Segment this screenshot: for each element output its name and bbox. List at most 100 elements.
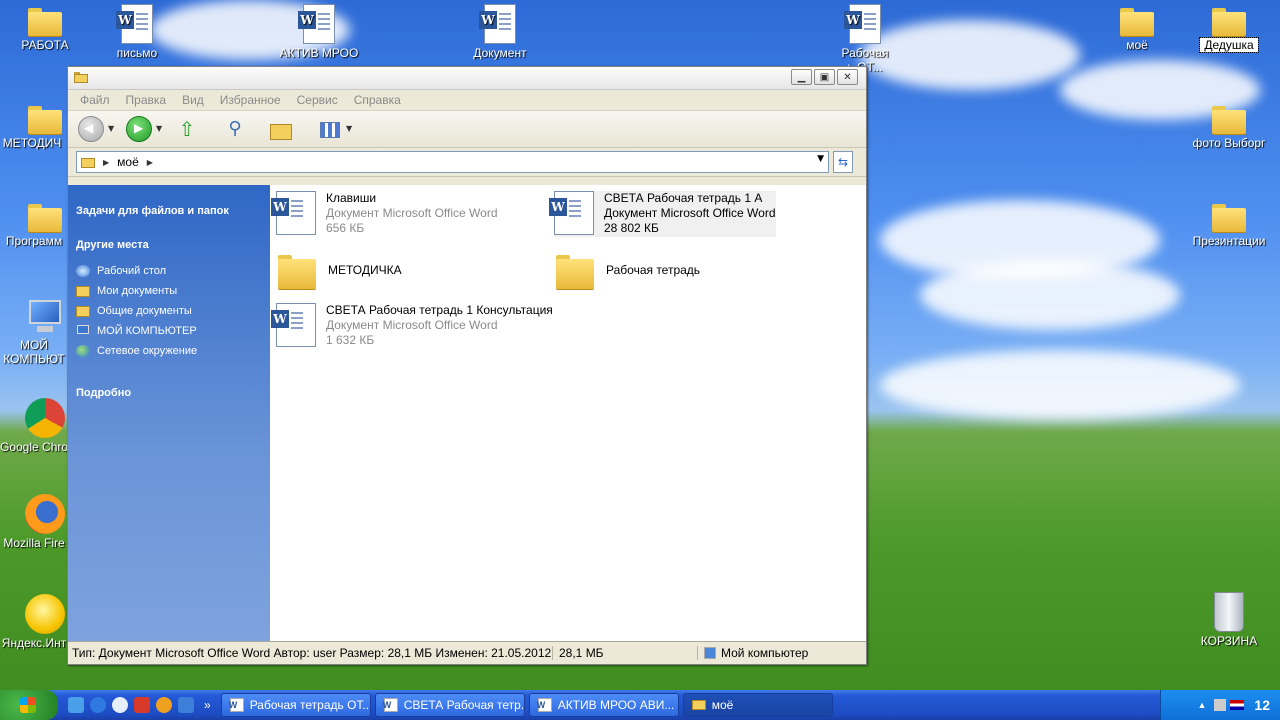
- minimize-button[interactable]: ▁: [791, 69, 812, 85]
- desktop-icon-label: МЕТОДИЧ: [2, 136, 62, 150]
- status-location: Мой компьютер: [697, 646, 808, 660]
- chevron-right-icon[interactable]: ▶: [103, 158, 109, 167]
- file-list[interactable]: Клавиши Документ Microsoft Office Word 6…: [270, 185, 866, 642]
- network-icon: [76, 345, 90, 357]
- desktop-icon-rabota[interactable]: РАБОТА: [0, 8, 90, 52]
- desktop-icon-aktiv[interactable]: АКТИВ МРОО: [274, 4, 364, 60]
- app-icon[interactable]: [156, 697, 172, 713]
- quick-launch-icon[interactable]: [68, 697, 84, 713]
- desktop-icon-label: Программ: [5, 234, 63, 248]
- menu-favorites[interactable]: Избранное: [220, 93, 281, 107]
- place-label: Рабочий стол: [97, 265, 167, 277]
- desktop-icon-moe[interactable]: моё: [1092, 8, 1182, 52]
- desktop-icon-label: Дедушка: [1199, 37, 1259, 53]
- media-player-icon[interactable]: [112, 697, 128, 713]
- tray-icon[interactable]: [1214, 699, 1227, 711]
- ie-icon[interactable]: [90, 697, 106, 713]
- window-titlebar[interactable]: ▁ ▣ ✕: [68, 67, 866, 90]
- other-places-heading[interactable]: Другие места: [76, 239, 270, 251]
- file-name: СВЕТА Рабочая тетрадь 1 А: [604, 191, 763, 205]
- details-heading[interactable]: Подробно: [76, 387, 270, 399]
- file-item-sveta-konsultaciya[interactable]: СВЕТА Рабочая тетрадь 1 Консультация Док…: [271, 303, 553, 349]
- forward-dropdown-icon[interactable]: ▼: [156, 116, 166, 142]
- app-icon[interactable]: [178, 697, 194, 713]
- status-bar: Тип: Документ Microsoft Office Word Авто…: [68, 641, 866, 664]
- address-dropdown-icon[interactable]: ▼: [817, 154, 824, 164]
- file-type: Документ Microsoft Office Word: [326, 206, 498, 220]
- taskbar-button-aktiv[interactable]: АКТИВ МРОО АВИ...: [528, 693, 679, 717]
- desktop-icon-label: АКТИВ МРОО: [279, 46, 359, 60]
- taskbar: » Рабочая тетрадь ОТ... СВЕТА Рабочая те…: [0, 690, 1280, 720]
- taskbar-button-rabochaya[interactable]: Рабочая тетрадь ОТ...: [220, 693, 371, 717]
- place-my-computer[interactable]: МОЙ КОМПЬЮТЕР: [76, 325, 270, 337]
- folder-item-rabochaya-tetrad[interactable]: Рабочая тетрадь: [556, 253, 700, 293]
- place-label: Мои документы: [97, 285, 178, 297]
- place-shared-documents[interactable]: Общие документы: [76, 305, 270, 317]
- folder-icon: [556, 255, 594, 289]
- menu-edit[interactable]: Правка: [126, 93, 167, 107]
- menu-help[interactable]: Справка: [354, 93, 401, 107]
- recycle-bin-icon: [1214, 592, 1244, 632]
- computer-icon: [76, 325, 90, 337]
- file-item-klavishi[interactable]: Клавиши Документ Microsoft Office Word 6…: [271, 191, 498, 237]
- menu-file[interactable]: Файл: [80, 93, 110, 107]
- desktop-icon-label: КОРЗИНА: [1200, 634, 1258, 648]
- desktop-icon-foto-vyborg[interactable]: фото Выборг: [1184, 106, 1274, 150]
- place-my-documents[interactable]: Мои документы: [76, 285, 270, 297]
- status-location-label: Мой компьютер: [721, 646, 809, 660]
- explorer-window[interactable]: ▁ ▣ ✕ Файл Правка Вид Избранное Сервис С…: [67, 66, 867, 665]
- quick-launch-more[interactable]: »: [204, 698, 211, 712]
- desktop-icon-pismo[interactable]: письмо: [92, 4, 182, 60]
- back-button[interactable]: [78, 116, 104, 142]
- address-field[interactable]: ▶ моё ▶ ▼: [76, 151, 829, 173]
- desktop-icon-document[interactable]: Документ: [455, 4, 545, 60]
- word-document-icon: [549, 191, 594, 235]
- file-type: Документ Microsoft Office Word: [326, 318, 498, 332]
- computer-icon: [25, 300, 65, 336]
- taskbar-button-label: СВЕТА Рабочая тетр...: [403, 698, 525, 712]
- file-tasks-heading[interactable]: Задачи для файлов и папок: [76, 205, 270, 217]
- place-network[interactable]: Сетевое окружение: [76, 345, 270, 357]
- file-size: 28 802 КБ: [604, 221, 659, 235]
- desktop-icon-prezintacii[interactable]: Презинтации: [1184, 204, 1274, 248]
- app-icon[interactable]: [134, 697, 150, 713]
- taskbar-button-label: Рабочая тетрадь ОТ...: [249, 698, 371, 712]
- maximize-button[interactable]: ▣: [814, 69, 835, 85]
- word-icon: [537, 698, 552, 712]
- address-text: моё: [117, 155, 139, 169]
- clock[interactable]: 12: [1254, 697, 1270, 713]
- up-folder-button[interactable]: ⇧: [174, 116, 200, 142]
- word-document-icon: [844, 4, 881, 44]
- task-pane: Задачи для файлов и папок Другие места Р…: [68, 185, 270, 642]
- desktop-icon-label: письмо: [116, 46, 158, 60]
- language-icon[interactable]: [1230, 700, 1245, 710]
- word-document-icon: [479, 4, 516, 44]
- views-button[interactable]: [318, 116, 342, 142]
- place-desktop[interactable]: Рабочий стол: [76, 265, 270, 277]
- go-refresh-button[interactable]: ⇆: [833, 151, 853, 173]
- taskbar-button-sveta[interactable]: СВЕТА Рабочая тетр...: [374, 693, 525, 717]
- folder-icon: [76, 305, 90, 317]
- start-button[interactable]: [0, 690, 58, 720]
- file-item-sveta-1a[interactable]: СВЕТА Рабочая тетрадь 1 А Документ Micro…: [549, 191, 776, 237]
- folder-item-metodichka[interactable]: МЕТОДИЧКА: [278, 253, 402, 293]
- folder-icon: [28, 106, 62, 134]
- desktop-icon-dedushka[interactable]: Дедушка: [1184, 8, 1274, 55]
- desktop-icon-recycle-bin[interactable]: КОРЗИНА: [1184, 592, 1274, 648]
- computer-icon: [704, 647, 716, 659]
- folder-icon: [28, 204, 62, 232]
- menu-view[interactable]: Вид: [182, 93, 204, 107]
- taskbar-button-moe[interactable]: моё: [682, 693, 833, 717]
- menu-tools[interactable]: Сервис: [297, 93, 338, 107]
- desktop-icon-rabochaya[interactable]: Рабочая ь ОТ...: [820, 4, 910, 74]
- forward-button[interactable]: [126, 116, 152, 142]
- desktop-icon-label: Рабочая: [841, 46, 889, 60]
- views-dropdown-icon[interactable]: ▼: [346, 116, 356, 142]
- folder-icon: [1212, 106, 1246, 134]
- back-dropdown-icon[interactable]: ▼: [108, 116, 118, 142]
- folders-button[interactable]: [266, 116, 292, 142]
- tray-expand-icon[interactable]: ▲: [1198, 700, 1207, 710]
- close-button[interactable]: ✕: [837, 69, 858, 85]
- search-button[interactable]: ⚲: [222, 116, 248, 142]
- chevron-right-icon[interactable]: ▶: [147, 158, 153, 167]
